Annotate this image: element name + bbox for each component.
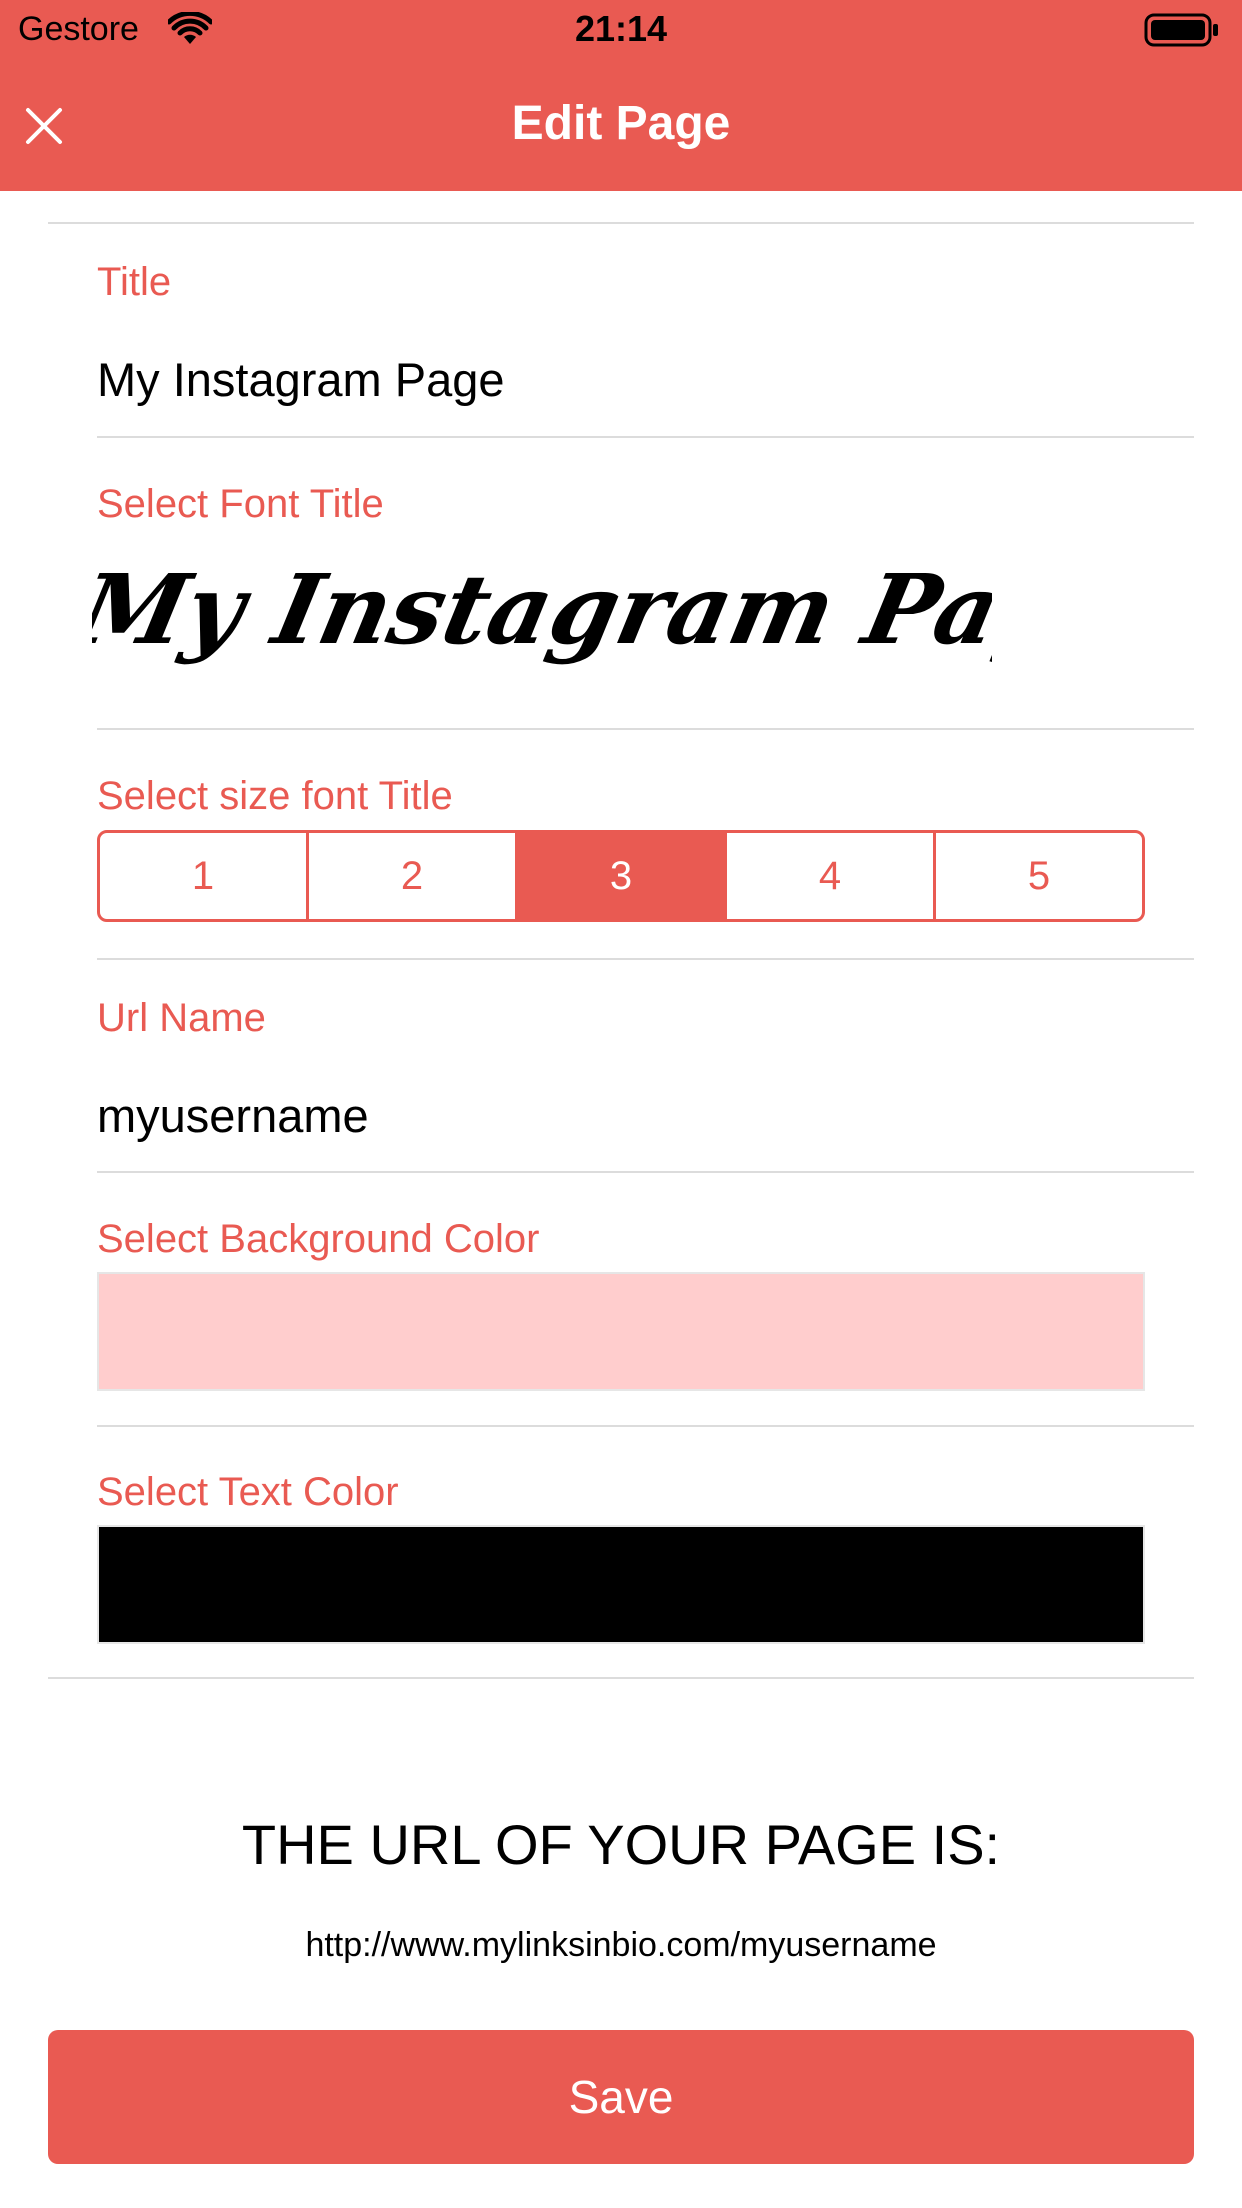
background-color-swatch[interactable] <box>97 1272 1145 1391</box>
divider <box>97 436 1194 438</box>
title-input[interactable]: My Instagram Page <box>97 352 505 407</box>
url-heading: THE URL OF YOUR PAGE IS: <box>241 1813 1001 1876</box>
size-option-5[interactable]: 5 <box>936 833 1142 919</box>
divider <box>48 222 1194 224</box>
svg-text:My Instagram Page: My Instagram Page <box>92 553 992 666</box>
font-preview[interactable]: My Instagram Page <box>92 548 992 698</box>
url-name-input[interactable]: myusername <box>97 1088 369 1143</box>
divider <box>97 958 1194 960</box>
size-option-3[interactable]: 3 <box>518 833 727 919</box>
nav-bar: Gestore 21:14 Edit Page <box>0 0 1242 191</box>
size-option-1[interactable]: 1 <box>100 833 309 919</box>
font-title-label: Select Font Title <box>97 482 384 526</box>
size-segmented-control: 1 2 3 4 5 <box>97 830 1145 922</box>
text-color-label: Select Text Color <box>97 1470 399 1514</box>
url-name-label: Url Name <box>97 996 266 1040</box>
save-button[interactable]: Save <box>48 2030 1194 2164</box>
page-url: http://www.mylinksinbio.com/myusername <box>305 1926 937 1964</box>
status-time: 21:14 <box>574 8 668 49</box>
text-color-swatch[interactable] <box>97 1525 1145 1644</box>
size-option-2[interactable]: 2 <box>309 833 518 919</box>
divider <box>97 1171 1194 1173</box>
status-bar: Gestore 21:14 <box>0 0 1242 62</box>
page-title: Edit Page <box>511 97 731 150</box>
battery-icon <box>1144 13 1218 47</box>
background-color-label: Select Background Color <box>97 1217 540 1261</box>
divider <box>97 728 1194 730</box>
divider <box>48 1677 1194 1679</box>
size-font-label: Select size font Title <box>97 774 453 818</box>
title-label: Title <box>97 260 172 304</box>
size-option-4[interactable]: 4 <box>727 833 936 919</box>
divider <box>97 1425 1194 1427</box>
